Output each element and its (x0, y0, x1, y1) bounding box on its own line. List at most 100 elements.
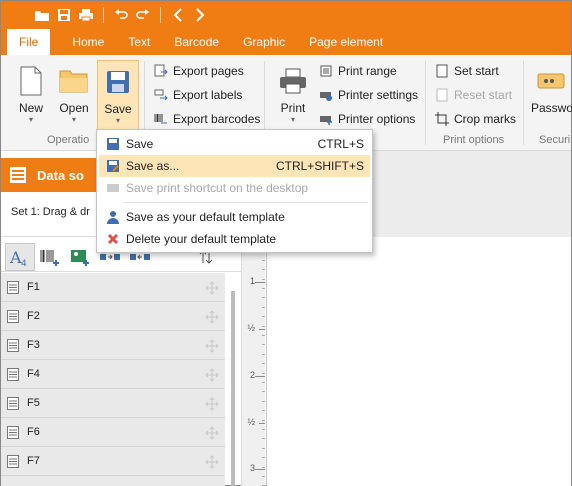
reset-start-label: Reset start (454, 88, 513, 102)
print-range-label: Print range (338, 64, 397, 78)
ruler-label: 1 (249, 276, 255, 286)
tab-home[interactable]: Home (60, 29, 116, 55)
menu-item-shortcut: CTRL+S (317, 137, 364, 151)
ruler-minor-tick (262, 335, 265, 336)
new-button[interactable]: New ▾ (13, 63, 49, 124)
field-row[interactable]: F4 (1, 360, 225, 389)
field-name: F2 (27, 310, 40, 322)
printer-options-label: Printer options (338, 112, 416, 126)
field-row[interactable]: F1 (1, 273, 225, 302)
field-row[interactable]: F5 (1, 389, 225, 418)
drag-handle-icon[interactable] (205, 426, 219, 440)
field-row[interactable]: F3 (1, 331, 225, 360)
printer-settings-label: Printer settings (338, 88, 419, 102)
ruler-minor-tick (262, 457, 265, 459)
open-folder-icon (56, 63, 92, 99)
reset-start-button[interactable]: Reset start (434, 85, 512, 105)
ruler-minor-tick (262, 382, 265, 383)
save-button-content: Save ▾ (100, 64, 136, 125)
export-pages-button[interactable]: Export pages (153, 61, 244, 81)
field-icon (7, 280, 19, 294)
menu-item-label: Save as your default template (126, 210, 285, 224)
tab-file[interactable]: File (7, 29, 51, 55)
vertical-ruler: 1 ½ 2 ½ 3 (241, 237, 265, 486)
field-name: F3 (27, 339, 40, 351)
menu-item-save-as[interactable]: Save as... CTRL+SHIFT+S (99, 155, 370, 177)
group-separator (425, 61, 426, 145)
open-button[interactable]: Open ▾ (56, 63, 92, 124)
menu-item-label: Save print shortcut on the desktop (126, 181, 309, 195)
field-list-scrollbar[interactable] (231, 291, 235, 486)
print-icon[interactable] (75, 4, 97, 26)
barcode-field-tool[interactable] (35, 243, 65, 271)
drag-handle-icon[interactable] (205, 368, 219, 382)
ruler-minor-tick (262, 400, 265, 402)
crop-marks-icon (434, 111, 450, 127)
forward-icon[interactable] (189, 4, 211, 26)
tab-text[interactable]: Text (116, 29, 162, 55)
printer-options-button[interactable]: Printer options (318, 109, 415, 129)
drag-handle-icon[interactable] (205, 397, 219, 411)
ruler-tick (255, 376, 265, 377)
design-canvas[interactable] (266, 237, 571, 486)
open-folder-icon[interactable] (31, 4, 53, 26)
drag-handle-icon[interactable] (205, 455, 219, 469)
drag-handle-icon[interactable] (205, 310, 219, 324)
redo-icon[interactable] (132, 4, 154, 26)
print-range-button[interactable]: Print range (318, 61, 397, 81)
printer-settings-button[interactable]: Printer settings (318, 85, 418, 105)
ruler-minor-tick (262, 429, 265, 430)
tab-graphic[interactable]: Graphic (231, 29, 297, 55)
crop-marks-label: Crop marks (454, 112, 517, 126)
print-range-icon (318, 63, 334, 79)
ruler-minor-tick (262, 410, 265, 412)
data-source-title: Data so (37, 167, 84, 183)
save-label: Save (104, 102, 132, 116)
print-button[interactable]: Print ▾ (275, 63, 311, 124)
field-icon (7, 396, 19, 410)
export-pages-label: Export pages (173, 64, 244, 78)
export-labels-button[interactable]: Export labels (153, 85, 242, 105)
undo-icon[interactable] (110, 4, 132, 26)
password-button[interactable]: Passwor (531, 63, 572, 115)
set-start-icon (434, 63, 450, 79)
field-row[interactable]: F2 (1, 302, 225, 331)
back-icon[interactable] (167, 4, 189, 26)
barcode-add-icon (40, 249, 59, 266)
menu-item-label: Delete your default template (126, 232, 277, 246)
drag-handle-icon[interactable] (205, 339, 219, 353)
shortcut-icon (105, 180, 121, 196)
tab-barcode[interactable]: Barcode (162, 29, 231, 55)
save-button[interactable]: Save ▾ (97, 60, 139, 134)
field-icon (7, 367, 19, 381)
ruler-minor-tick (262, 259, 265, 261)
toolbar-separator (160, 7, 161, 23)
field-row[interactable]: F6 (1, 418, 225, 447)
menu-item-shortcut: CTRL+SHIFT+S (275, 159, 364, 173)
chevron-down-icon: ▾ (290, 115, 295, 124)
text-field-tool[interactable]: A4 (5, 242, 35, 271)
save-icon[interactable] (53, 4, 75, 26)
tab-page-element[interactable]: Page element (297, 29, 395, 55)
crop-marks-button[interactable]: Crop marks (434, 109, 516, 129)
field-icon (7, 338, 19, 352)
open-label: Open (59, 101, 89, 115)
password-label: Passwor (531, 101, 572, 115)
menu-item-save-default-template[interactable]: Save as your default template (99, 206, 370, 228)
set-start-button[interactable]: Set start (434, 61, 499, 81)
menu-item-save-print-shortcut[interactable]: Save print shortcut on the desktop (99, 177, 370, 199)
ruler-tick (259, 329, 265, 330)
user-icon (105, 209, 121, 225)
field-row[interactable]: F7 (1, 447, 225, 476)
image-field-tool[interactable] (65, 243, 95, 271)
menu-item-save[interactable]: Save CTRL+S (99, 133, 370, 155)
menu-separator (123, 202, 368, 203)
export-barcodes-button[interactable]: Export barcodes (153, 109, 260, 129)
export-barcodes-icon (153, 111, 169, 127)
text-field-icon: A4 (9, 248, 27, 268)
drag-handle-icon[interactable] (205, 281, 219, 295)
menu-item-delete-default-template[interactable]: Delete your default template (99, 228, 370, 250)
print-label: Print (280, 101, 306, 115)
ruler-tick (255, 469, 265, 470)
new-document-icon (13, 63, 49, 99)
